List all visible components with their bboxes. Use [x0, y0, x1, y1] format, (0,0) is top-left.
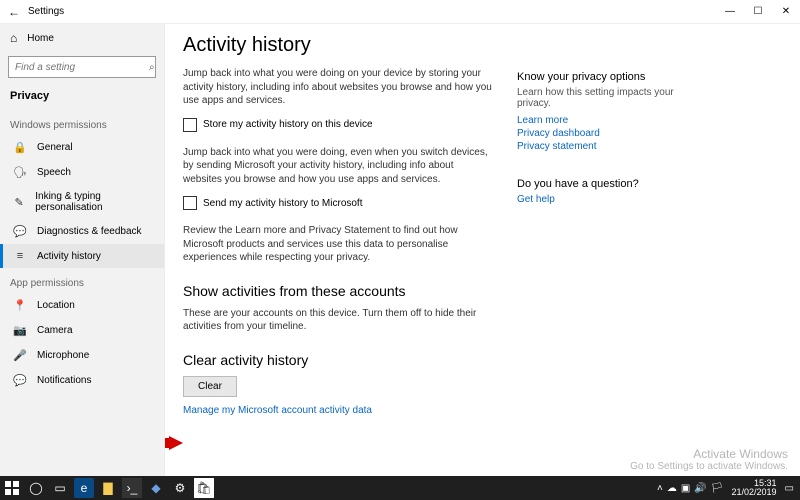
task-settings-icon[interactable]: ⚙	[168, 476, 192, 500]
home-icon: ⌂	[10, 31, 17, 45]
checkbox-icon	[183, 196, 197, 210]
system-tray[interactable]: ˄ ☁ ▣ 🔊 🏳 15:31 21/02/2019 ▭	[657, 479, 800, 497]
main-content: Activity history Jump back into what you…	[165, 24, 800, 476]
task-view-icon[interactable]: ▭	[48, 476, 72, 500]
tray-up-icon[interactable]: ˄	[657, 483, 663, 494]
sidebar-item-speech[interactable]: 🗣 Speech	[0, 160, 164, 185]
privacy-para: Review the Learn more and Privacy Statem…	[183, 224, 493, 265]
intro-para-2: Jump back into what you were doing, even…	[183, 146, 493, 187]
sidebar-item-camera[interactable]: 📷 Camera	[0, 318, 164, 343]
task-explorer-icon[interactable]: ▇	[96, 476, 120, 500]
task-store-icon[interactable]: 🛍	[194, 478, 214, 498]
task-terminal-icon[interactable]: ›_	[122, 478, 142, 498]
camera-icon: 📷	[13, 324, 27, 337]
heading-clear-history: Clear activity history	[183, 352, 493, 368]
sidebar-item-label: Notifications	[37, 375, 91, 386]
search-icon: ⌕	[149, 62, 155, 73]
sidebar-item-activity-history[interactable]: ≡ Activity history	[0, 244, 164, 268]
clear-button[interactable]: Clear	[183, 376, 237, 397]
start-button[interactable]	[0, 476, 24, 500]
task-edge-icon[interactable]: e	[74, 478, 94, 498]
window-minimize[interactable]: —	[716, 0, 744, 24]
sidebar-item-notifications[interactable]: 💬 Notifications	[0, 368, 164, 393]
location-icon: 📍	[13, 299, 27, 312]
sidebar-item-label: Speech	[37, 167, 71, 178]
tray-network-icon[interactable]: ▣	[681, 483, 690, 494]
sidebar-item-label: Location	[37, 300, 75, 311]
tray-volume-icon[interactable]: 🔊	[694, 483, 706, 494]
sidebar-home[interactable]: ⌂ Home	[0, 24, 164, 52]
window-titlebar: ← Settings — ☐ ✕	[0, 0, 800, 24]
page-title: Activity history	[183, 34, 782, 57]
sidebar: ⌂ Home ⌕ Privacy Windows permissions 🔒 G…	[0, 24, 165, 476]
right-heading-question: Do you have a question?	[517, 178, 687, 190]
task-app-icon[interactable]: ◆	[144, 476, 168, 500]
sidebar-group-windows: Windows permissions	[0, 110, 164, 135]
sidebar-item-microphone[interactable]: 🎤 Microphone	[0, 343, 164, 368]
checkbox-label: Send my activity history to Microsoft	[203, 198, 363, 209]
link-privacy-statement[interactable]: Privacy statement	[517, 141, 687, 152]
link-learn-more[interactable]: Learn more	[517, 115, 687, 126]
sidebar-item-label: Activity history	[37, 251, 101, 262]
tray-action-center-icon[interactable]: ▭	[785, 483, 794, 494]
sidebar-home-label: Home	[27, 33, 54, 44]
right-text-privacy: Learn how this setting impacts your priv…	[517, 87, 687, 109]
history-icon: ≡	[13, 250, 27, 262]
sidebar-item-diagnostics[interactable]: 💬 Diagnostics & feedback	[0, 219, 164, 244]
sidebar-item-label: General	[37, 142, 73, 153]
back-button[interactable]: ←	[0, 0, 28, 24]
link-get-help[interactable]: Get help	[517, 194, 687, 205]
tray-lang-icon[interactable]: 🏳	[711, 483, 724, 494]
sidebar-group-app: App permissions	[0, 268, 164, 293]
window-title: Settings	[28, 6, 716, 17]
accounts-para: These are your accounts on this device. …	[183, 307, 493, 334]
heading-show-accounts: Show activities from these accounts	[183, 283, 493, 299]
taskbar: ◯ ▭ e ▇ ›_ ◆ ⚙ 🛍 ˄ ☁ ▣ 🔊 🏳 15:31 21/02/2…	[0, 476, 800, 500]
checkbox-icon	[183, 118, 197, 132]
pen-icon: ✎	[13, 196, 25, 209]
content-right: Know your privacy options Learn how this…	[517, 67, 687, 418]
right-heading-privacy: Know your privacy options	[517, 71, 687, 83]
taskbar-clock[interactable]: 15:31 21/02/2019	[728, 479, 781, 497]
sidebar-item-location[interactable]: 📍 Location	[0, 293, 164, 318]
sidebar-item-label: Microphone	[37, 350, 89, 361]
sidebar-category: Privacy	[0, 86, 164, 110]
link-manage-account-data[interactable]: Manage my Microsoft account activity dat…	[183, 405, 493, 416]
annotation-arrow	[165, 436, 183, 450]
clock-date: 21/02/2019	[732, 488, 777, 497]
sidebar-item-label: Diagnostics & feedback	[37, 226, 142, 237]
checkbox-send-history[interactable]: Send my activity history to Microsoft	[183, 196, 493, 210]
sidebar-item-label: Camera	[37, 325, 73, 336]
intro-para-1: Jump back into what you were doing on yo…	[183, 67, 493, 108]
checkbox-label: Store my activity history on this device	[203, 119, 373, 130]
content-left: Jump back into what you were doing on yo…	[183, 67, 493, 418]
notifications-icon: 💬	[13, 374, 27, 387]
task-search-icon[interactable]: ◯	[24, 476, 48, 500]
feedback-icon: 💬	[13, 225, 27, 238]
search-input[interactable]	[15, 62, 149, 73]
sidebar-item-general[interactable]: 🔒 General	[0, 135, 164, 160]
app-body: ⌂ Home ⌕ Privacy Windows permissions 🔒 G…	[0, 24, 800, 476]
sidebar-item-label: Inking & typing personalisation	[35, 191, 154, 213]
tray-cloud-icon[interactable]: ☁	[667, 483, 677, 494]
speech-icon: 🗣	[13, 166, 27, 179]
microphone-icon: 🎤	[13, 349, 27, 362]
checkbox-store-history[interactable]: Store my activity history on this device	[183, 118, 493, 132]
window-close[interactable]: ✕	[772, 0, 800, 24]
sidebar-item-inking[interactable]: ✎ Inking & typing personalisation	[0, 185, 164, 219]
sidebar-search[interactable]: ⌕	[8, 56, 156, 78]
lock-icon: 🔒	[13, 141, 27, 154]
window-maximize[interactable]: ☐	[744, 0, 772, 24]
link-privacy-dashboard[interactable]: Privacy dashboard	[517, 128, 687, 139]
